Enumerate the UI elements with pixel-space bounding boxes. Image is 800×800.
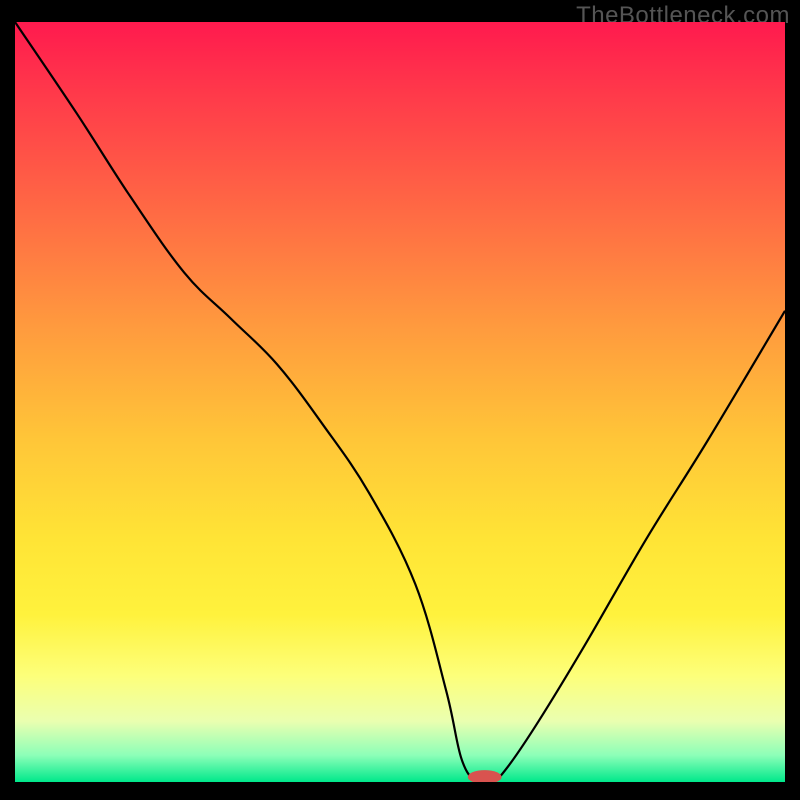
plot-area	[15, 22, 785, 782]
chart-frame: TheBottleneck.com	[0, 0, 800, 800]
gradient-background	[15, 22, 785, 782]
bottleneck-chart	[15, 22, 785, 782]
